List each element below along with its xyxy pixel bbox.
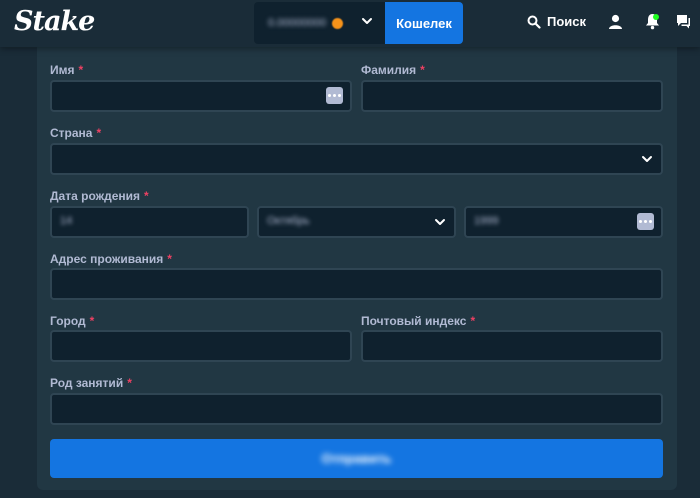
chevron-down-icon: [435, 219, 445, 225]
dob-year-input[interactable]: 1999: [464, 206, 663, 238]
dob-month-value: Октябрь: [267, 215, 310, 227]
submit-label: Отправить: [321, 451, 392, 466]
country-label: Страна *: [50, 126, 102, 140]
chat-icon[interactable]: [676, 14, 691, 30]
search-button[interactable]: Поиск: [527, 14, 586, 29]
top-navigation-bar: Stake 0.00000000 Кошелек Поиск: [0, 0, 700, 47]
dob-day-value: 14: [60, 215, 73, 227]
postal-code-input[interactable]: [361, 330, 663, 362]
balance-amount: 0.00000000: [268, 17, 327, 29]
notification-dot: [653, 14, 659, 20]
chevron-down-icon: [642, 156, 652, 162]
address-input[interactable]: [50, 268, 663, 300]
search-icon: [527, 15, 541, 29]
last-name-label: Фамилия *: [361, 63, 425, 77]
postal-code-label: Почтовый индекс *: [361, 314, 476, 328]
first-name-input[interactable]: [50, 80, 352, 112]
country-select[interactable]: [50, 143, 663, 175]
wallet-button[interactable]: Кошелек: [385, 2, 463, 44]
dob-day-input[interactable]: 14: [50, 206, 249, 238]
dob-year-value: 1999: [474, 215, 499, 227]
first-name-label: Имя *: [50, 63, 84, 77]
balance-selector[interactable]: 0.00000000: [254, 2, 385, 44]
chevron-down-icon: [362, 18, 372, 24]
dob-month-select[interactable]: Октябрь: [257, 206, 456, 238]
search-label: Поиск: [547, 14, 587, 29]
user-icon[interactable]: [608, 14, 623, 30]
address-label: Адрес проживания *: [50, 252, 172, 266]
stake-logo[interactable]: Stake: [14, 6, 95, 37]
city-label: Город *: [50, 314, 95, 328]
occupation-input[interactable]: [50, 393, 663, 425]
last-name-input[interactable]: [361, 80, 663, 112]
autofill-dots-icon[interactable]: [637, 213, 654, 230]
city-input[interactable]: [50, 330, 352, 362]
autofill-dots-icon[interactable]: [326, 87, 343, 104]
dob-label: Дата рождения *: [50, 189, 149, 203]
occupation-label: Род занятий *: [50, 376, 132, 390]
currency-coin-icon: [332, 17, 344, 29]
submit-button[interactable]: Отправить: [50, 439, 663, 478]
